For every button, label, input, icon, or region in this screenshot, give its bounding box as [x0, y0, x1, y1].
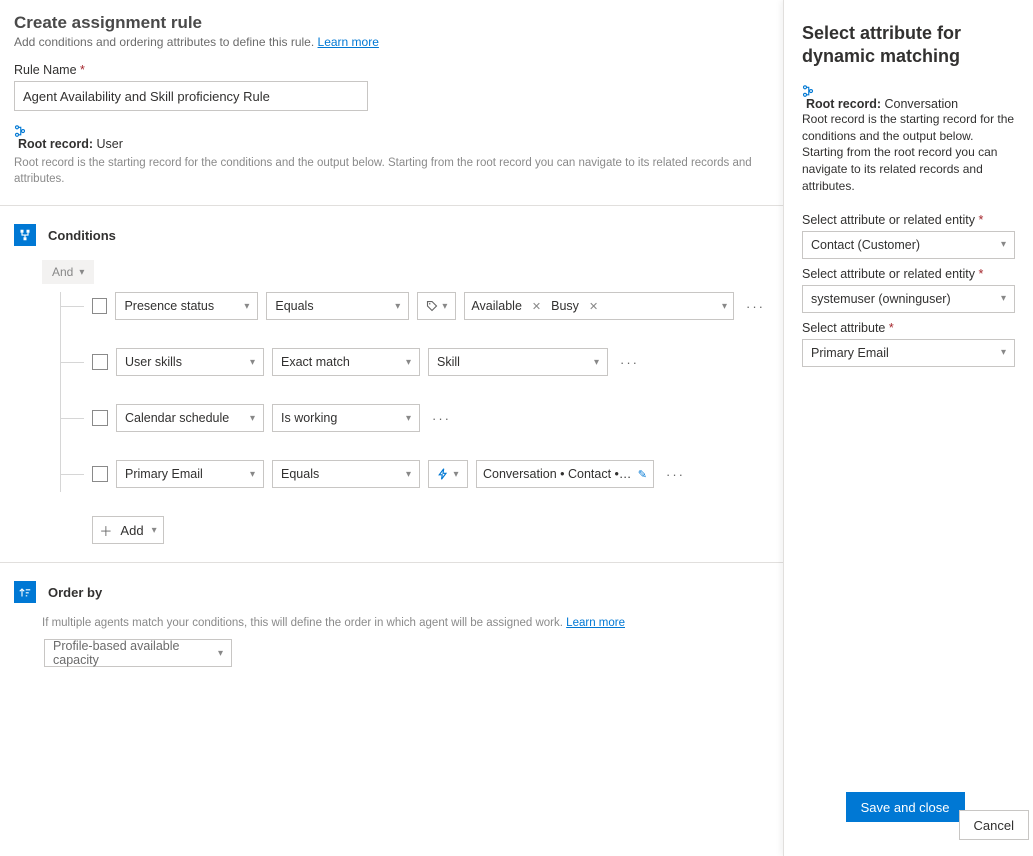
hierarchy-icon [802, 85, 1015, 97]
panel-field-select-1[interactable]: Contact (Customer)▾ [802, 231, 1015, 259]
operator-select[interactable]: Is working▾ [272, 404, 420, 432]
condition-row: Presence status▾ Equals▾ ▾ Available ✕ B… [42, 292, 769, 320]
chevron-down-icon: ▾ [395, 301, 400, 312]
panel-field-label: Select attribute or related entity [802, 213, 1015, 227]
dynamic-value-text: Conversation • Contact • User • P... [483, 467, 634, 481]
lightning-icon [437, 468, 449, 480]
row-checkbox[interactable] [92, 298, 107, 314]
chevron-down-icon: ▾ [1001, 347, 1006, 358]
order-by-select[interactable]: Profile-based available capacity▾ [44, 639, 232, 667]
main-pane: Create assignment rule Add conditions an… [0, 0, 783, 856]
row-checkbox[interactable] [92, 410, 108, 426]
order-by-title: Order by [48, 585, 102, 600]
subtitle-text: Add conditions and ordering attributes t… [14, 35, 314, 49]
panel-field-select-3[interactable]: Primary Email▾ [802, 339, 1015, 367]
order-by-header: Order by [14, 581, 769, 603]
page-title: Create assignment rule [14, 13, 769, 33]
chevron-down-icon: ▾ [244, 301, 249, 312]
panel-root-value: Conversation [884, 97, 958, 111]
condition-rows: Presence status▾ Equals▾ ▾ Available ✕ B… [42, 292, 769, 544]
value-select[interactable]: Skill▾ [428, 348, 608, 376]
order-by-section: Order by If multiple agents match your c… [0, 562, 783, 667]
attribute-select[interactable]: User skills▾ [116, 348, 264, 376]
conditions-icon [14, 224, 36, 246]
order-by-desc: If multiple agents match your conditions… [42, 617, 741, 629]
panel-heading: Select attribute for dynamic matching [802, 22, 1015, 69]
chevron-down-icon: ▾ [406, 413, 411, 424]
value-type-static-button[interactable]: ▾ [417, 292, 456, 320]
panel-root-record-line: Root record: Conversation [802, 85, 1015, 111]
panel-root-prefix: Root record: [806, 97, 881, 111]
chevron-down-icon: ▾ [1001, 293, 1006, 304]
chevron-down-icon: ▾ [406, 469, 411, 480]
attribute-select[interactable]: Presence status▾ [115, 292, 258, 320]
root-record-desc: Root record is the starting record for t… [14, 155, 769, 187]
root-record-value: User [96, 137, 122, 151]
conditions-section: Conditions And ▾ Presence status▾ Equals… [0, 205, 783, 544]
value-multiselect[interactable]: Available ✕ Busy ✕ ▾ [464, 292, 734, 320]
page-subtitle: Add conditions and ordering attributes t… [14, 35, 769, 49]
condition-row: Calendar schedule▾ Is working▾ ··· [42, 404, 769, 432]
row-overflow-menu[interactable]: ··· [616, 355, 643, 370]
add-label: Add [120, 523, 143, 538]
order-by-icon [14, 581, 36, 603]
chevron-down-icon: ▾ [250, 357, 255, 368]
condition-row: User skills▾ Exact match▾ Skill▾ ··· [42, 348, 769, 376]
tag-value: Busy [551, 299, 579, 313]
group-operator-button[interactable]: And ▾ [42, 260, 94, 284]
chevron-down-icon: ▾ [406, 357, 411, 368]
operator-select[interactable]: Exact match▾ [272, 348, 420, 376]
save-and-close-button[interactable]: Save and close [846, 792, 965, 822]
row-checkbox[interactable] [92, 354, 108, 370]
chevron-down-icon: ▾ [442, 301, 447, 312]
rule-name-input[interactable] [14, 81, 368, 111]
dynamic-value-field[interactable]: Conversation • Contact • User • P... ✎ [476, 460, 654, 488]
dynamic-matching-panel: Select attribute for dynamic matching Ro… [783, 0, 1033, 856]
rule-name-label: Rule Name [14, 63, 769, 77]
conditions-title: Conditions [48, 228, 116, 243]
condition-row: Primary Email▾ Equals▾ ▾ Conversation • … [42, 460, 769, 488]
operator-select[interactable]: Equals▾ [266, 292, 409, 320]
chevron-down-icon: ▾ [594, 357, 599, 368]
operator-select[interactable]: Equals▾ [272, 460, 420, 488]
row-overflow-menu[interactable]: ··· [428, 411, 455, 426]
cancel-button[interactable]: Cancel [959, 810, 1029, 840]
chevron-down-icon: ▾ [453, 469, 458, 480]
chevron-down-icon: ▾ [250, 469, 255, 480]
chevron-down-icon: ▾ [152, 525, 157, 536]
panel-field-select-2[interactable]: systemuser (owninguser)▾ [802, 285, 1015, 313]
chevron-down-icon: ▾ [79, 267, 84, 278]
edit-icon[interactable]: ✎ [638, 468, 647, 481]
chevron-down-icon: ▾ [218, 648, 223, 659]
learn-more-link[interactable]: Learn more [318, 35, 379, 49]
hierarchy-icon [14, 125, 769, 137]
value-type-dynamic-button[interactable]: ▾ [428, 460, 468, 488]
row-checkbox[interactable] [92, 466, 108, 482]
chevron-down-icon: ▾ [250, 413, 255, 424]
root-record-prefix: Root record: [18, 137, 93, 151]
tag-value: Available [471, 299, 522, 313]
attribute-select[interactable]: Calendar schedule▾ [116, 404, 264, 432]
row-overflow-menu[interactable]: ··· [662, 467, 689, 482]
tag-icon [426, 300, 438, 312]
attribute-select[interactable]: Primary Email▾ [116, 460, 264, 488]
plus-icon: ＋ [99, 521, 112, 540]
order-by-learn-more-link[interactable]: Learn more [566, 617, 625, 629]
panel-field-label: Select attribute [802, 321, 1015, 335]
chevron-down-icon: ▾ [722, 301, 727, 312]
root-record-line: Root record: User [14, 125, 769, 151]
conditions-header: Conditions [14, 224, 769, 246]
chevron-down-icon: ▾ [1001, 239, 1006, 250]
add-condition-button[interactable]: ＋ Add ▾ [92, 516, 164, 544]
remove-tag-icon[interactable]: ✕ [528, 300, 545, 313]
panel-field-label: Select attribute or related entity [802, 267, 1015, 281]
group-operator-label: And [52, 265, 73, 279]
panel-button-row: Save and close Cancel [802, 792, 1015, 840]
panel-root-desc: Root record is the starting record for t… [802, 111, 1015, 195]
row-overflow-menu[interactable]: ··· [742, 299, 769, 314]
remove-tag-icon[interactable]: ✕ [585, 300, 602, 313]
